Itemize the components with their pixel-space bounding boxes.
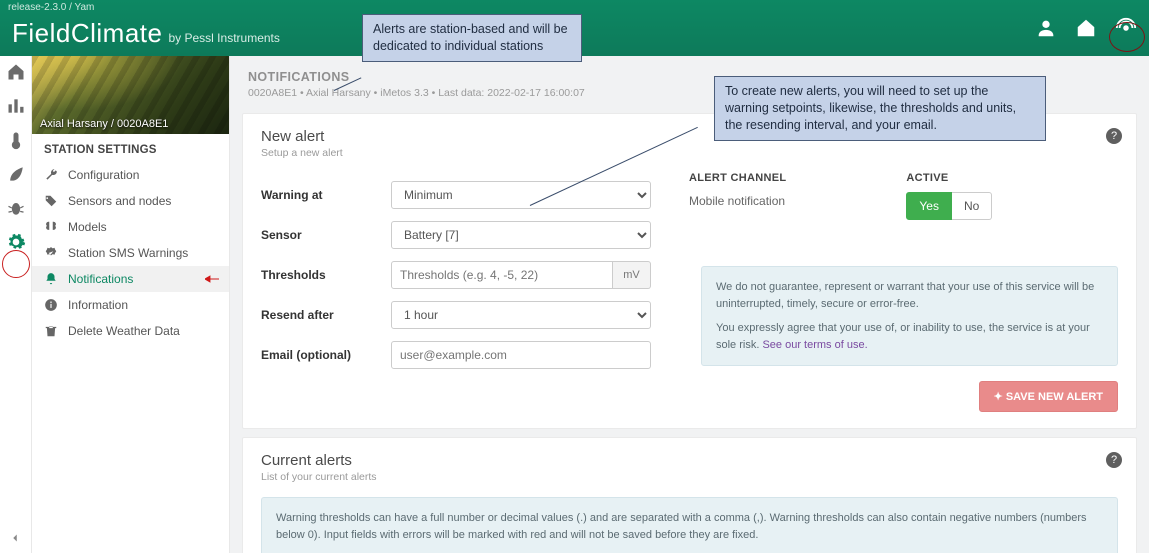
tag-icon xyxy=(44,194,58,208)
sidebar-item-information[interactable]: Information xyxy=(32,292,229,318)
iconbar-home-icon[interactable] xyxy=(6,62,26,82)
collapse-sidebar-icon[interactable] xyxy=(8,531,22,545)
active-no-button[interactable]: No xyxy=(952,192,992,220)
house-icon[interactable] xyxy=(1075,17,1097,39)
active-yes-button[interactable]: Yes xyxy=(906,192,952,220)
new-alert-card: ? New alert Setup a new alert ALERT CHAN… xyxy=(242,113,1137,429)
sidebar-item-delete-weather-data[interactable]: Delete Weather Data xyxy=(32,318,229,344)
user-icon[interactable] xyxy=(1035,17,1057,39)
station-hero-image: Axial Harsany / 0020A8E1 xyxy=(32,56,229,134)
sidebar-item-configuration[interactable]: Configuration xyxy=(32,162,229,188)
current-alerts-heading: Current alerts xyxy=(261,452,1118,469)
sidebar-item-notifications[interactable]: Notifications xyxy=(32,266,229,292)
help-icon[interactable]: ? xyxy=(1106,452,1122,468)
email-label: Email (optional) xyxy=(261,348,391,362)
bell-icon xyxy=(44,272,58,286)
active-heading: ACTIVE xyxy=(906,172,992,184)
iconbar-leaf-icon[interactable] xyxy=(6,164,26,184)
station-settings-heading: STATION SETTINGS xyxy=(32,134,229,162)
station-hero-label: Axial Harsany / 0020A8E1 xyxy=(40,118,168,130)
new-alert-subheading: Setup a new alert xyxy=(261,147,1118,159)
warning-at-label: Warning at xyxy=(261,188,391,202)
iconbar-chart-icon[interactable] xyxy=(6,96,26,116)
annotation-callout-2: To create new alerts, you will need to s… xyxy=(714,76,1046,141)
sidebar-item-label: Delete Weather Data xyxy=(68,324,180,338)
checkbadge-icon xyxy=(44,246,58,260)
annotation-arrow-icon xyxy=(205,272,219,286)
sidebar-item-label: Configuration xyxy=(68,168,139,182)
trash-icon xyxy=(44,324,58,338)
brand-logo: FieldClimate by Pessl Instruments xyxy=(12,18,280,49)
disclaimer-box: We do not guarantee, represent or warran… xyxy=(701,266,1118,366)
alert-channel-value: Mobile notification xyxy=(689,194,786,208)
save-new-alert-button[interactable]: SAVE NEW ALERT xyxy=(979,381,1118,412)
resend-label: Resend after xyxy=(261,308,391,322)
iconbar-gear-icon[interactable] xyxy=(6,232,26,252)
thresholds-input[interactable] xyxy=(391,261,613,289)
release-tag: release-2.3.0 / Yam xyxy=(8,2,94,13)
warning-at-select[interactable]: Minimum xyxy=(391,181,651,209)
help-icon[interactable]: ? xyxy=(1106,128,1122,144)
wrench-icon xyxy=(44,168,58,182)
brand-main: FieldClimate xyxy=(12,18,163,49)
brand-byline: by Pessl Instruments xyxy=(169,31,280,45)
thresholds-unit: mV xyxy=(613,261,651,289)
sidebar-item-label: Information xyxy=(68,298,128,312)
thresholds-label: Thresholds xyxy=(261,268,391,282)
resend-select[interactable]: 1 hour xyxy=(391,301,651,329)
alert-channel-heading: ALERT CHANNEL xyxy=(689,172,786,184)
broadcast-icon[interactable] xyxy=(1115,17,1137,39)
active-toggle[interactable]: Yes No xyxy=(906,192,992,220)
sidebar-item-label: Station SMS Warnings xyxy=(68,246,188,260)
annotation-callout-1: Alerts are station-based and will be ded… xyxy=(362,14,582,62)
annotation-circle-gear xyxy=(2,250,30,278)
disclaimer-line1: We do not guarantee, represent or warran… xyxy=(716,281,1094,310)
sensor-select[interactable]: Battery [7] xyxy=(391,221,651,249)
iconbar-temp-icon[interactable] xyxy=(6,130,26,150)
email-input[interactable] xyxy=(391,341,651,369)
iconbar-bug-icon[interactable] xyxy=(6,198,26,218)
current-alerts-subheading: List of your current alerts xyxy=(261,471,1118,483)
terms-link[interactable]: See our terms of use. xyxy=(762,339,867,351)
brain-icon xyxy=(44,220,58,234)
sensor-label: Sensor xyxy=(261,228,391,242)
sidebar-item-label: Notifications xyxy=(68,272,133,286)
info-icon xyxy=(44,298,58,312)
sidebar-item-models[interactable]: Models xyxy=(32,214,229,240)
sidebar-item-label: Sensors and nodes xyxy=(68,194,171,208)
current-alerts-card: ? Current alerts List of your current al… xyxy=(242,437,1137,553)
sidebar-item-sensors-and-nodes[interactable]: Sensors and nodes xyxy=(32,188,229,214)
sidebar-item-station-sms-warnings[interactable]: Station SMS Warnings xyxy=(32,240,229,266)
current-alerts-note: Warning thresholds can have a full numbe… xyxy=(261,497,1118,553)
sidebar-item-label: Models xyxy=(68,220,107,234)
